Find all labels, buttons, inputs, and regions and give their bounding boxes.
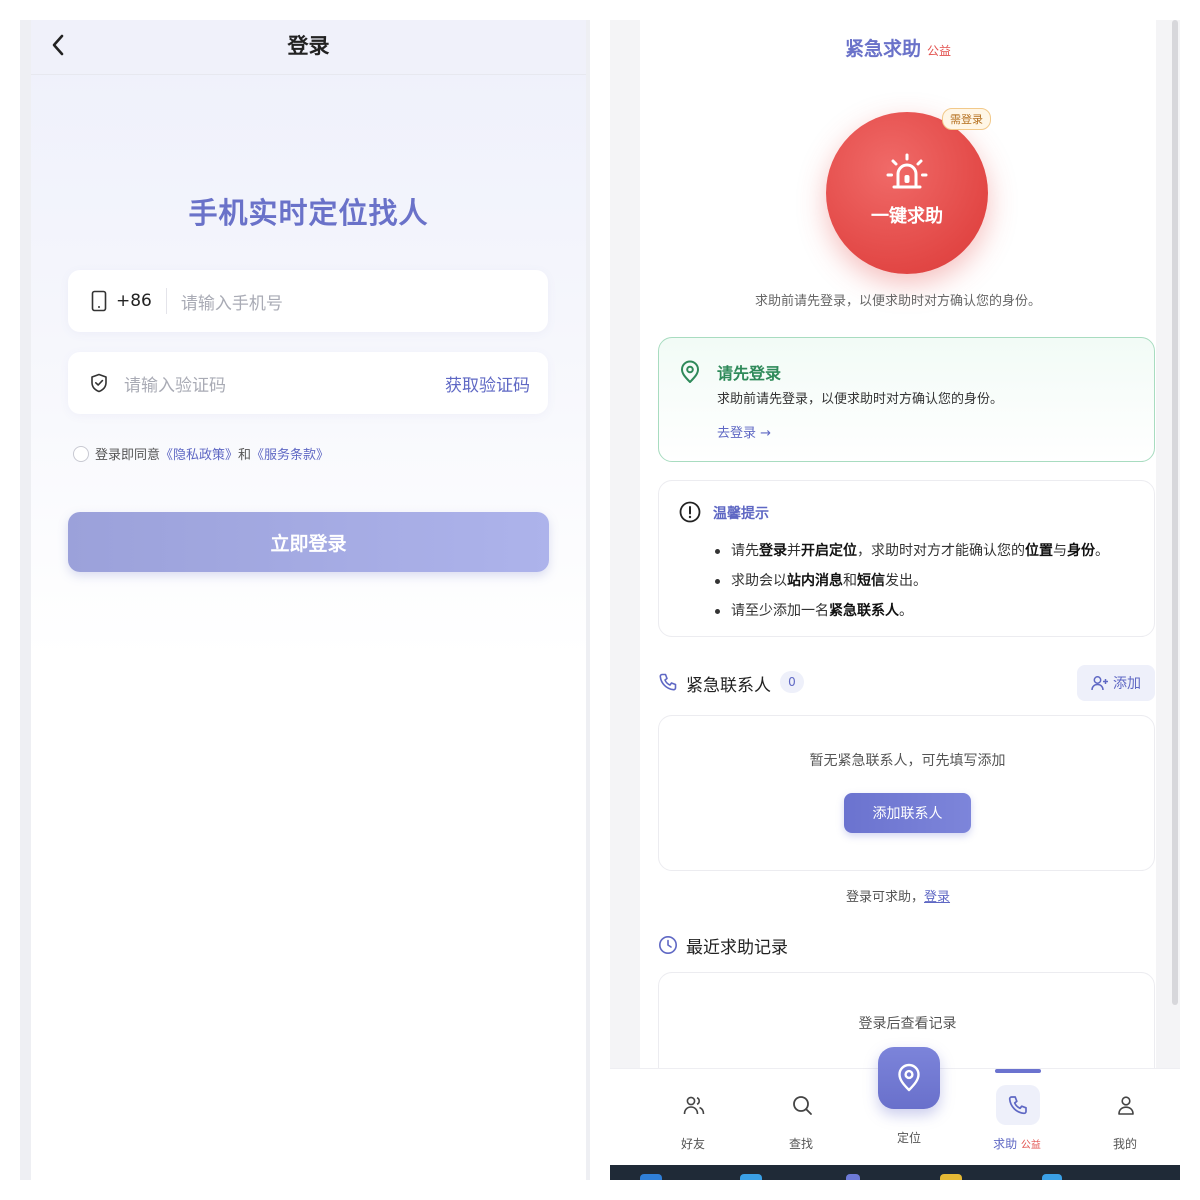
- tab-find-label: 查找: [788, 1137, 813, 1151]
- contacts-card: 暂无紧急联系人，可先填写添加 添加联系人: [658, 715, 1155, 871]
- agreement-row: 登录即同意 《隐私政策》 和 《服务条款》: [73, 444, 329, 463]
- siren-icon: [886, 153, 928, 189]
- clock-icon: [659, 936, 677, 954]
- taskbar-app-icon[interactable]: [1042, 1174, 1062, 1180]
- login-to-help-text: 登录可求助，: [845, 890, 924, 905]
- phone-call-icon: [659, 673, 677, 691]
- terms-link[interactable]: 《服务条款》: [251, 444, 329, 463]
- tips-title: 温馨提示: [713, 506, 769, 522]
- tab-mine-label: 我的: [1112, 1137, 1137, 1151]
- location-pin-icon: [681, 360, 699, 383]
- code-input[interactable]: 请输入验证码: [124, 371, 226, 396]
- sos-label: 一键求助: [871, 206, 943, 227]
- active-tab-indicator: [995, 1069, 1041, 1073]
- privacy-policy-link[interactable]: 《隐私政策》: [160, 444, 238, 463]
- login-prompt-card: 请先登录 求助前请先登录，以便求助时对方确认您的身份。 去登录 →: [658, 337, 1155, 462]
- login-prompt-title: 请先登录: [717, 364, 782, 383]
- login-button[interactable]: 立即登录: [68, 512, 549, 572]
- login-prompt-desc: 求助前请先登录，以便求助时对方确认您的身份。: [717, 392, 1004, 407]
- system-taskbar: [610, 1165, 1180, 1180]
- bottom-tab-bar: 好友 查找 定位 求助 公益 我的: [610, 1047, 1180, 1166]
- add-contact-header-button[interactable]: 添加: [1077, 665, 1155, 701]
- tab-help[interactable]: 求助 公益: [972, 1069, 1062, 1166]
- contacts-header: 紧急联系人 0 添加: [658, 665, 1155, 701]
- add-contact-button[interactable]: 添加联系人: [844, 793, 971, 833]
- phone-field[interactable]: +86 请输入手机号: [68, 270, 548, 332]
- agreement-and: 和: [238, 448, 252, 463]
- contacts-empty-text: 暂无紧急联系人，可先填写添加: [809, 753, 1006, 769]
- page-title: 紧急求助 公益: [640, 34, 1156, 61]
- contacts-title: 紧急联系人: [686, 676, 771, 696]
- tab-help-label: 求助 公益: [993, 1137, 1041, 1151]
- tab-friends-label: 好友: [680, 1137, 705, 1151]
- taskbar-app-icon[interactable]: [846, 1174, 860, 1180]
- tab-locate-label: 定位: [896, 1131, 921, 1145]
- taskbar-app-icon[interactable]: [940, 1174, 962, 1180]
- history-title: 最近求助记录: [686, 938, 788, 958]
- phone-icon: [90, 290, 108, 312]
- contacts-count-badge: 0: [780, 671, 804, 693]
- divider: [165, 288, 167, 314]
- users-icon: [683, 1096, 705, 1115]
- shield-check-icon: [90, 372, 108, 394]
- history-empty-text: 登录后查看记录: [858, 1016, 957, 1032]
- user-plus-icon: [1091, 676, 1108, 691]
- nav-bar: 登录: [31, 20, 586, 75]
- add-label: 添加: [1113, 676, 1141, 692]
- scrollbar[interactable]: [1172, 20, 1178, 1005]
- tab-mine[interactable]: 我的: [1080, 1069, 1170, 1166]
- tips-card: 温馨提示 请先登录并开启定位，求助时对方才能确认您的位置与身份。 求助会以站内消…: [658, 480, 1155, 637]
- taskbar-app-icon[interactable]: [740, 1174, 762, 1180]
- user-icon: [1118, 1096, 1134, 1115]
- tip-item: 请先登录并开启定位，求助时对方才能确认您的位置与身份。: [715, 536, 1109, 566]
- sos-button[interactable]: 一键求助: [826, 112, 988, 274]
- tips-list: 请先登录并开启定位，求助时对方才能确认您的位置与身份。 求助会以站内消息和短信发…: [715, 536, 1109, 626]
- info-icon: [679, 501, 701, 523]
- taskbar-app-icon[interactable]: [640, 1174, 662, 1180]
- page-title-text: 紧急求助: [844, 38, 921, 60]
- login-to-help-row: 登录可求助，登录: [640, 886, 1156, 905]
- tip-item: 求助会以站内消息和短信发出。: [715, 566, 1109, 596]
- login-page: 登录 手机实时定位找人 +86 请输入手机号 请输入验证码 获取验证码 登录即同…: [31, 20, 586, 1180]
- tab-friends[interactable]: 好友: [648, 1069, 738, 1166]
- page-gutter-left: [610, 20, 640, 1068]
- page-title: 登录: [287, 34, 330, 58]
- need-login-badge: 需登录: [942, 108, 991, 130]
- locate-fab[interactable]: [878, 1047, 940, 1109]
- country-code[interactable]: +86: [116, 291, 152, 311]
- login-screen: 登录 手机实时定位找人 +86 请输入手机号 请输入验证码 获取验证码 登录即同…: [20, 20, 590, 1180]
- code-field[interactable]: 请输入验证码 获取验证码: [68, 352, 548, 414]
- get-code-button[interactable]: 获取验证码: [445, 371, 530, 396]
- tab-locate[interactable]: 定位: [864, 1047, 954, 1166]
- charity-tag: 公益: [927, 44, 952, 58]
- tip-item: 请至少添加一名紧急联系人。: [715, 596, 1109, 626]
- agreement-checkbox[interactable]: [73, 445, 89, 462]
- phone-call-icon: [1008, 1096, 1027, 1115]
- agreement-prefix: 登录即同意: [95, 448, 161, 463]
- phone-input[interactable]: 请输入手机号: [181, 289, 283, 314]
- tab-find[interactable]: 查找: [756, 1069, 846, 1166]
- help-screen: 紧急求助 公益 一键求助 需登录 求助前请先登录，以便求助时对方确认您的身份。 请…: [610, 20, 1180, 1180]
- hero-title: 手机实时定位找人: [188, 196, 429, 230]
- login-link[interactable]: 登录: [924, 890, 950, 905]
- help-page: 紧急求助 公益 一键求助 需登录 求助前请先登录，以便求助时对方确认您的身份。 请…: [640, 20, 1156, 1092]
- sos-hint: 求助前请先登录，以便求助时对方确认您的身份。: [754, 294, 1041, 309]
- go-login-link[interactable]: 去登录 →: [717, 422, 771, 441]
- search-icon: [793, 1096, 812, 1115]
- location-pin-icon: [898, 1063, 920, 1092]
